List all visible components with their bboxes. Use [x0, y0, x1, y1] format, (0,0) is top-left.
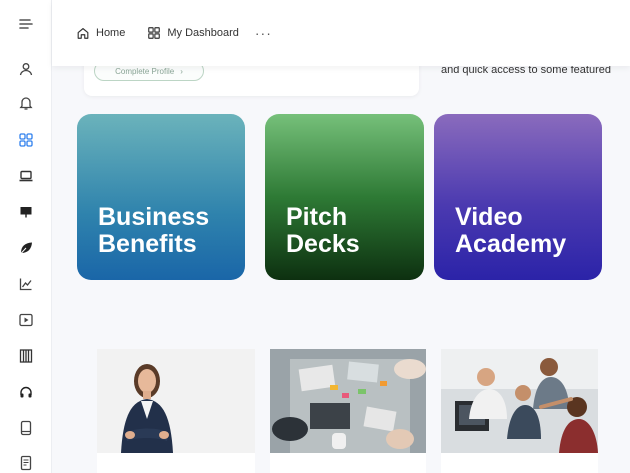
- breadcrumb-home-label: Home: [96, 27, 126, 39]
- video-academy-title: Video Academy: [455, 203, 567, 258]
- video-academy-card[interactable]: Video Academy: [434, 114, 602, 280]
- presentation-icon[interactable]: [15, 201, 37, 223]
- more-options-icon[interactable]: ···: [255, 25, 272, 41]
- chevron-right-icon: ›: [180, 66, 183, 76]
- chart-icon[interactable]: [15, 273, 37, 295]
- document-icon[interactable]: [15, 452, 37, 473]
- sidebar: [0, 0, 52, 473]
- photo-card-team-computer[interactable]: [441, 349, 598, 473]
- bell-icon[interactable]: [15, 92, 37, 114]
- top-bar: Home My Dashboard ···: [52, 0, 630, 66]
- team-computer-photo: [441, 349, 598, 453]
- play-icon[interactable]: [15, 309, 37, 331]
- photo-card-woman[interactable]: [97, 349, 255, 473]
- dashboard-grid-icon: [148, 27, 161, 39]
- headphones-icon[interactable]: [15, 381, 37, 403]
- menu-icon[interactable]: [15, 13, 37, 35]
- piano-icon[interactable]: [15, 345, 37, 367]
- breadcrumb-dashboard-label: My Dashboard: [167, 27, 239, 39]
- pitch-decks-title: Pitch Decks: [286, 203, 360, 258]
- leaf-icon[interactable]: [15, 237, 37, 259]
- complete-profile-label: Complete Profile: [115, 66, 175, 76]
- pitch-decks-card[interactable]: Pitch Decks: [265, 114, 424, 280]
- user-icon[interactable]: [15, 58, 37, 80]
- breadcrumb-dashboard[interactable]: My Dashboard: [147, 26, 239, 40]
- team-table-photo: [270, 349, 426, 453]
- photo-card-team-table[interactable]: [270, 349, 426, 473]
- woman-photo: [97, 349, 255, 453]
- home-icon: [77, 28, 89, 39]
- business-benefits-title: Business Benefits: [98, 203, 210, 258]
- tablet-icon[interactable]: [15, 417, 37, 439]
- business-benefits-card[interactable]: Business Benefits: [77, 114, 245, 280]
- laptop-icon[interactable]: [15, 165, 37, 187]
- breadcrumb-home[interactable]: Home: [76, 26, 125, 40]
- grid-icon[interactable]: [15, 129, 37, 151]
